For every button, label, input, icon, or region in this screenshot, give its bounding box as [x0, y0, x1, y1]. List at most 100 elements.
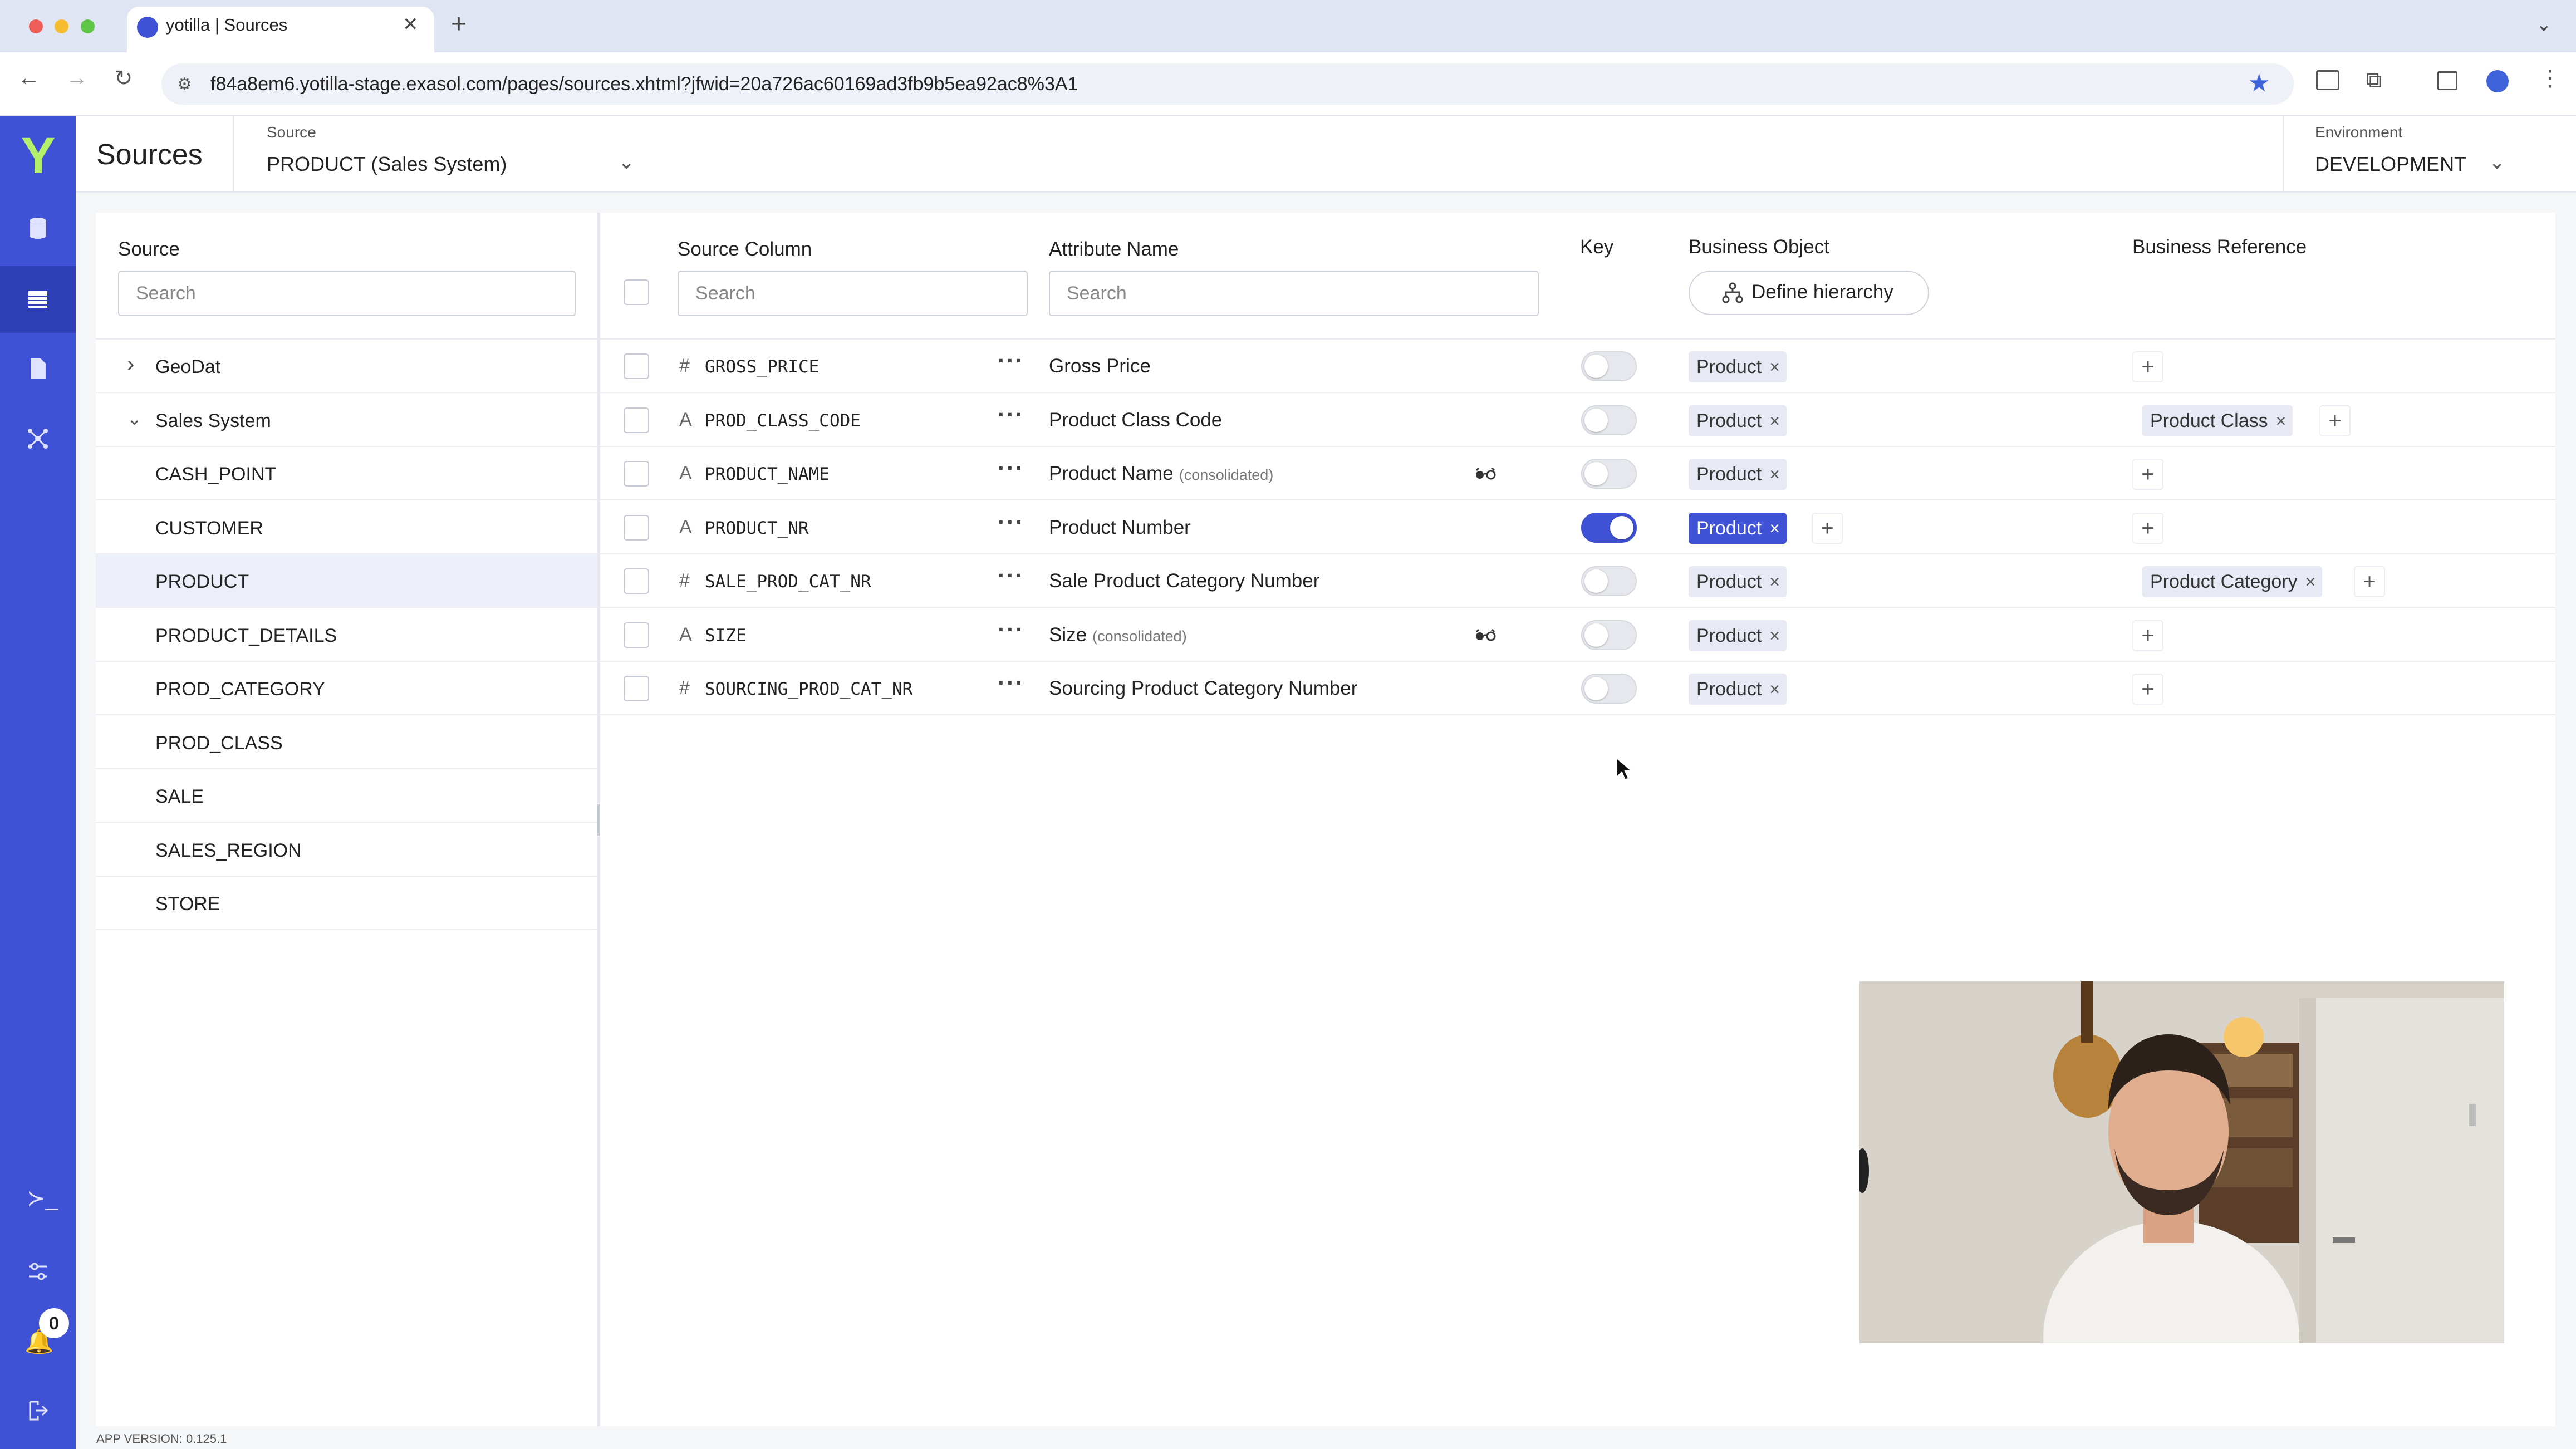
glasses-icon[interactable] — [1474, 467, 1496, 480]
browser-menu-icon[interactable]: ⋮ — [2539, 66, 2561, 91]
row-checkbox[interactable] — [624, 353, 649, 379]
key-toggle[interactable] — [1581, 351, 1637, 381]
add-business-reference-button[interactable]: + — [2132, 620, 2163, 651]
tree-item[interactable]: CASH_POINT — [96, 447, 597, 500]
business-object-chip[interactable]: Product × — [1689, 405, 1787, 436]
window-maximize-dot[interactable] — [81, 19, 95, 33]
attribute-name[interactable]: Gross Price — [1049, 355, 1151, 377]
tree-item[interactable]: STORE — [96, 877, 597, 930]
add-business-reference-button[interactable]: + — [2132, 512, 2163, 544]
more-options-icon[interactable]: ··· — [998, 562, 1024, 589]
more-options-icon[interactable]: ··· — [998, 670, 1024, 696]
forward-arrow-icon[interactable]: → — [66, 66, 88, 91]
tree-item[interactable]: ⌄ Sales System — [96, 394, 597, 447]
add-business-reference-button[interactable]: + — [2132, 459, 2163, 490]
chevron-down-icon[interactable]: ⌄ — [127, 408, 142, 429]
key-toggle[interactable] — [1581, 566, 1637, 596]
extensions-icon[interactable]: ⧉ — [2366, 68, 2382, 93]
key-toggle[interactable] — [1581, 405, 1637, 435]
row-checkbox[interactable] — [624, 407, 649, 433]
url-text[interactable]: f84a8em6.yotilla-stage.exasol.com/pages/… — [210, 73, 1078, 95]
tree-item[interactable]: SALE — [96, 769, 597, 823]
more-options-icon[interactable]: ··· — [998, 401, 1024, 428]
chevron-down-icon[interactable]: ⌄ — [2489, 150, 2505, 174]
row-checkbox[interactable] — [624, 676, 649, 701]
remove-chip-icon[interactable]: × — [1769, 626, 1780, 646]
table-icon[interactable] — [26, 287, 50, 312]
business-object-chip[interactable]: Product × — [1689, 351, 1787, 382]
remove-chip-icon[interactable]: × — [1769, 518, 1780, 538]
yotilla-logo[interactable]: Y — [21, 127, 55, 185]
tree-item[interactable]: PRODUCT_DETAILS — [96, 608, 597, 662]
reload-icon[interactable]: ↻ — [114, 66, 133, 91]
source-select[interactable]: PRODUCT (Sales System) — [267, 153, 507, 176]
attribute-name[interactable]: Sale Product Category Number — [1049, 570, 1319, 592]
more-options-icon[interactable]: ··· — [998, 616, 1024, 643]
tree-item[interactable]: PROD_CATEGORY — [96, 662, 597, 715]
remove-chip-icon[interactable]: × — [1769, 357, 1780, 377]
business-object-chip[interactable]: Product × — [1689, 512, 1787, 544]
add-business-reference-button[interactable]: + — [2132, 674, 2163, 705]
row-checkbox[interactable] — [624, 622, 649, 648]
attribute-name[interactable]: Product Name (consolidated) — [1049, 463, 1273, 485]
remove-chip-icon[interactable]: × — [1769, 411, 1780, 431]
more-options-icon[interactable]: ··· — [998, 347, 1024, 374]
attribute-name[interactable]: Product Number — [1049, 517, 1191, 539]
attribute-name[interactable]: Size (consolidated) — [1049, 624, 1187, 646]
business-object-chip[interactable]: Product × — [1689, 674, 1787, 705]
chevron-down-icon[interactable]: ⌄ — [618, 150, 635, 174]
business-object-chip[interactable]: Product × — [1689, 620, 1787, 651]
row-checkbox[interactable] — [624, 514, 649, 541]
logout-icon[interactable] — [26, 1398, 50, 1423]
profile-avatar-icon[interactable] — [2486, 70, 2509, 92]
more-options-icon[interactable]: ··· — [998, 509, 1024, 536]
tree-item[interactable]: CUSTOMER — [96, 501, 597, 554]
side-panel-icon[interactable] — [2437, 71, 2457, 90]
row-checkbox[interactable] — [624, 568, 649, 594]
database-icon[interactable] — [26, 216, 50, 240]
chevron-right-icon[interactable]: › — [127, 352, 134, 377]
environment-select[interactable]: DEVELOPMENT — [2315, 153, 2466, 176]
select-all-checkbox[interactable] — [624, 279, 649, 305]
bookmark-star-icon[interactable]: ★ — [2248, 69, 2270, 97]
window-close-dot[interactable] — [29, 19, 43, 33]
remove-chip-icon[interactable]: × — [2305, 572, 2316, 592]
row-checkbox[interactable] — [624, 461, 649, 487]
more-options-icon[interactable]: ··· — [998, 455, 1024, 482]
add-business-object-button[interactable]: + — [1812, 512, 1843, 544]
tab-list-chevron-icon[interactable]: ⌄ — [2536, 13, 2552, 36]
remove-chip-icon[interactable]: × — [1769, 572, 1780, 592]
business-reference-chip[interactable]: Product Class × — [2142, 405, 2293, 436]
back-arrow-icon[interactable]: ← — [18, 66, 40, 91]
splitter-handle[interactable] — [597, 804, 600, 836]
attribute-name-search-input[interactable]: Search — [1049, 271, 1539, 316]
business-object-chip[interactable]: Product × — [1689, 459, 1787, 490]
settings-icon[interactable] — [26, 1259, 50, 1284]
add-business-reference-button[interactable]: + — [2354, 566, 2385, 597]
add-business-reference-button[interactable]: + — [2132, 351, 2163, 382]
window-minimize-dot[interactable] — [55, 19, 68, 33]
business-reference-chip[interactable]: Product Category × — [2142, 566, 2323, 597]
add-business-reference-button[interactable]: + — [2319, 405, 2351, 436]
key-toggle[interactable] — [1581, 620, 1637, 650]
key-toggle[interactable] — [1581, 459, 1637, 489]
document-icon[interactable] — [26, 356, 50, 381]
screenshot-icon[interactable] — [2316, 70, 2339, 90]
tree-item[interactable]: PROD_CLASS — [96, 716, 597, 769]
source-tree-search-input[interactable]: Search — [118, 271, 576, 316]
key-toggle[interactable] — [1581, 674, 1637, 704]
business-object-chip[interactable]: Product × — [1689, 566, 1787, 597]
tree-item[interactable]: PRODUCT — [96, 554, 597, 608]
tab-close-icon[interactable]: ✕ — [403, 13, 419, 36]
attribute-name[interactable]: Product Class Code — [1049, 409, 1222, 431]
remove-chip-icon[interactable]: × — [2276, 411, 2286, 431]
terminal-icon[interactable]: ≻_ — [27, 1186, 58, 1211]
tree-item[interactable]: › GeoDat — [96, 340, 597, 393]
site-settings-icon[interactable]: ⚙ — [177, 75, 192, 94]
tree-item[interactable]: SALES_REGION — [96, 823, 597, 877]
source-column-search-input[interactable]: Search — [678, 271, 1028, 316]
remove-chip-icon[interactable]: × — [1769, 679, 1780, 699]
glasses-icon[interactable] — [1474, 628, 1496, 642]
remove-chip-icon[interactable]: × — [1769, 464, 1780, 484]
new-tab-icon[interactable]: + — [451, 9, 467, 40]
